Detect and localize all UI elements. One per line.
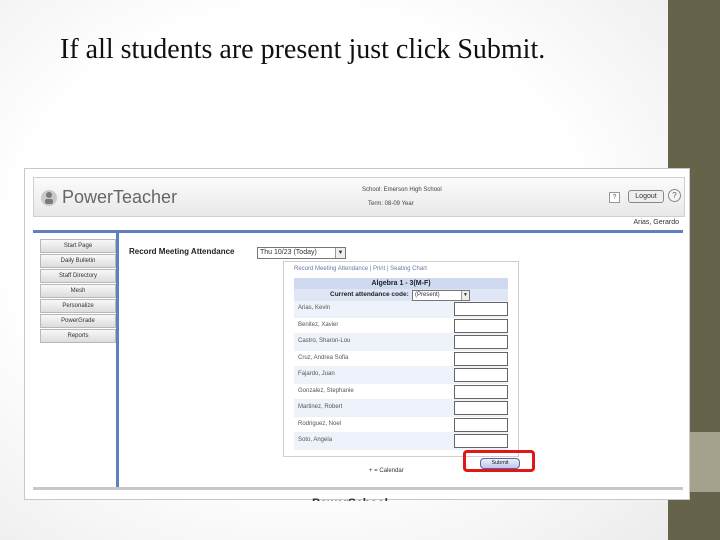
nav-daily-bulletin[interactable]: Daily Bulletin (40, 254, 116, 268)
student-name: Rodriguez, Noel (298, 420, 342, 427)
attendance-cell[interactable] (454, 434, 508, 448)
table-row: Arias, Kevin (294, 301, 508, 318)
table-row: Gonzalez, Stephanie (294, 383, 508, 400)
top-divider (33, 230, 683, 233)
logout-button[interactable]: Logout (628, 190, 664, 203)
attendance-cell[interactable] (454, 318, 508, 333)
class-name: Algebra 1 - 3(M-F) (294, 278, 508, 289)
student-name: Benitez, Xavier (298, 321, 339, 328)
slide-title: If all students are present just click S… (60, 34, 546, 65)
chevron-down-icon: ▼ (461, 291, 469, 300)
nav-staff-directory[interactable]: Staff Directory (40, 269, 116, 283)
nav-start-page[interactable]: Start Page (40, 239, 116, 253)
attendance-cell[interactable] (454, 351, 508, 366)
attendance-cell[interactable] (454, 417, 508, 432)
chevron-down-icon: ▼ (335, 248, 345, 258)
nav-powergrade[interactable]: PowerGrade (40, 314, 116, 328)
attendance-code-value: (Present) (415, 292, 440, 298)
attendance-panel: Record Meeting Attendance | Print | Seat… (283, 261, 520, 469)
powerteacher-logo-icon (40, 189, 58, 207)
calendar-legend: + = Calendar (369, 468, 404, 474)
table-row: Benitez, Xavier (294, 317, 508, 334)
submit-highlight (463, 450, 535, 472)
sidebar-nav: Start Page Daily Bulletin Staff Director… (40, 239, 116, 344)
nav-mesh[interactable]: Mesh (40, 284, 116, 298)
date-select[interactable]: Thu 10/23 (Today) ▼ (257, 247, 346, 259)
info-icon[interactable]: ? (668, 189, 681, 202)
nav-divider (116, 233, 119, 488)
powerschool-logo: PowerSchool (312, 493, 388, 501)
attendance-cell[interactable] (454, 302, 508, 316)
attendance-cell[interactable] (454, 335, 508, 349)
bottom-divider (33, 487, 683, 490)
nav-reports[interactable]: Reports (40, 329, 116, 343)
student-name: Martinez, Robert (298, 404, 343, 410)
table-row: Rodriguez, Noel (294, 416, 508, 433)
table-row: Soto, Angela (294, 433, 508, 450)
user-name: Arias, Gerardo (633, 219, 679, 226)
school-name: School: Emerson High School (362, 187, 442, 193)
page-title: Record Meeting Attendance (129, 247, 235, 256)
table-row: Castro, Sharon-Lou (294, 334, 508, 351)
term-label: Term: 08-09 Year (368, 201, 414, 207)
attendance-cell[interactable] (454, 401, 508, 415)
student-name: Gonzalez, Stephanie (298, 387, 354, 394)
attendance-table: Algebra 1 - 3(M-F) Current attendance co… (294, 278, 508, 450)
attendance-cell[interactable] (454, 384, 508, 399)
table-row: Cruz, Andrea Sofia (294, 350, 508, 367)
screenshot-panel: PowerTeacher School: Emerson High School… (24, 168, 690, 500)
student-name: Arias, Kevin (298, 305, 331, 311)
student-name: Fajardo, Juan (298, 371, 335, 377)
app-header: PowerTeacher School: Emerson High School… (33, 177, 685, 217)
help-icon[interactable]: ? (609, 192, 620, 203)
date-select-value: Thu 10/23 (Today) (260, 249, 317, 256)
student-name: Cruz, Andrea Sofia (298, 354, 349, 361)
attendance-code-row: Current attendance code: (Present) ▼ (294, 289, 508, 301)
app-logo: PowerTeacher (40, 187, 177, 208)
student-name: Soto, Angela (298, 437, 333, 443)
app-name: PowerTeacher (62, 187, 178, 207)
attendance-cell[interactable] (454, 368, 508, 382)
table-row: Martinez, Robert (294, 400, 508, 417)
breadcrumb[interactable]: Record Meeting Attendance | Print | Seat… (294, 266, 427, 272)
student-rows: Arias, Kevin Benitez, Xavier Castro, Sha… (294, 301, 508, 450)
attendance-code-label: Current attendance code: (330, 291, 409, 298)
nav-personalize[interactable]: Personalize (40, 299, 116, 313)
table-row: Fajardo, Juan (294, 367, 508, 384)
attendance-code-select[interactable]: (Present) ▼ (412, 290, 470, 301)
student-name: Castro, Sharon-Lou (298, 338, 351, 344)
